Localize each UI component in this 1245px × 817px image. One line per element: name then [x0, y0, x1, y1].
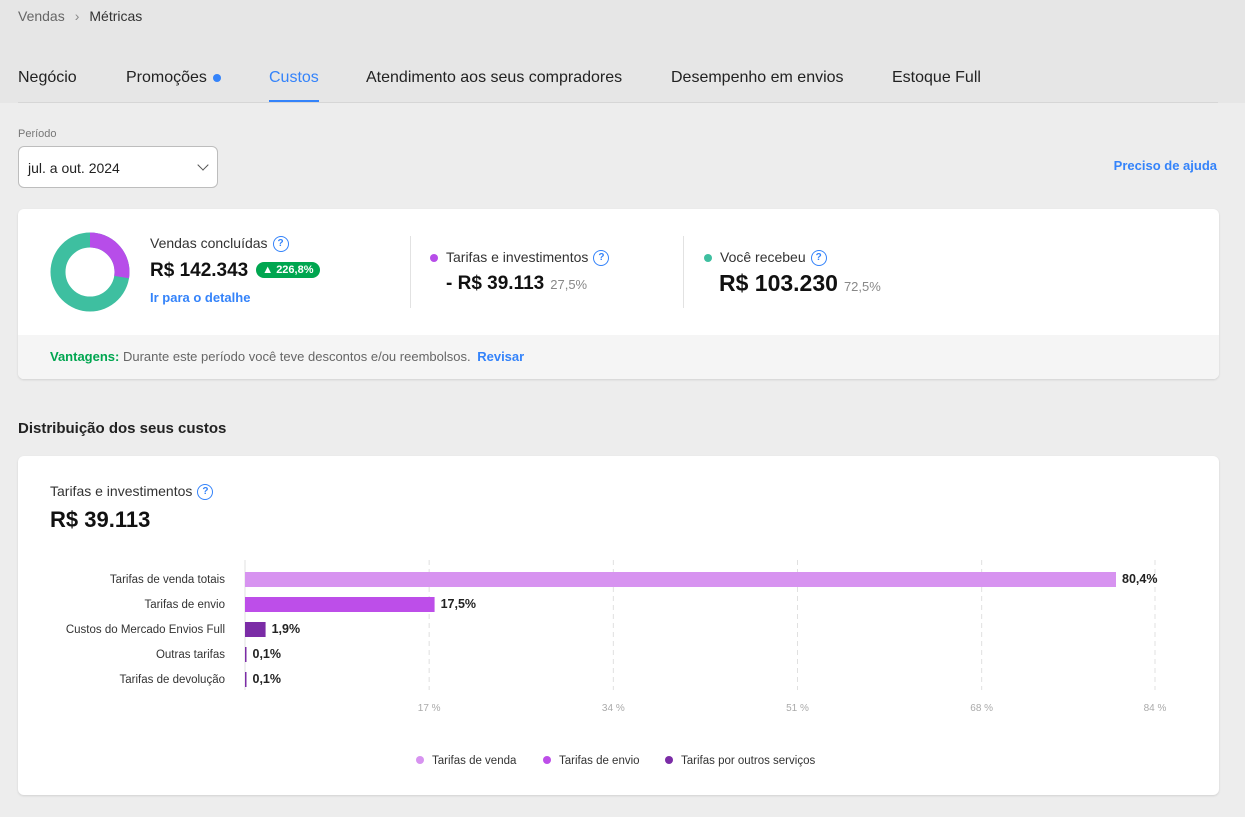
- tab-full-stock[interactable]: Estoque Full: [892, 69, 981, 87]
- help-link[interactable]: Preciso de ajuda: [1114, 158, 1217, 173]
- bar: [245, 672, 247, 687]
- advantages-text: Durante este período você teve descontos…: [122, 349, 471, 364]
- tab-bar: Negócio Promoções Custos Atendimento aos…: [18, 60, 1218, 103]
- breadcrumb-separator-icon: ›: [74, 8, 80, 24]
- tab-customer-service[interactable]: Atendimento aos seus compradores: [366, 69, 622, 87]
- bar: [245, 647, 247, 662]
- received-dot-icon: [704, 254, 712, 262]
- section-title: Distribuição dos seus custos: [18, 420, 227, 437]
- x-tick-label: 17 %: [418, 703, 441, 714]
- x-tick-label: 51 %: [786, 703, 809, 714]
- data-label: 0,1%: [253, 672, 282, 686]
- fees-value: - R$ 39.113: [446, 273, 545, 295]
- legend-dot-icon: [543, 756, 551, 764]
- review-link[interactable]: Revisar: [477, 349, 524, 364]
- data-label: 0,1%: [253, 647, 282, 661]
- category-label: Outras tarifas: [156, 649, 225, 661]
- divider: [410, 236, 411, 308]
- category-label: Tarifas de devolução: [120, 674, 225, 686]
- sales-donut-chart: [50, 232, 130, 312]
- breadcrumb-item-sales[interactable]: Vendas: [18, 8, 65, 24]
- sales-label-row: Vendas concluídas?: [150, 235, 320, 253]
- legend-label: Tarifas por outros serviços: [681, 755, 815, 767]
- period-select-value: jul. a out. 2024: [28, 160, 120, 176]
- category-label: Custos do Mercado Envios Full: [66, 624, 225, 636]
- x-tick-label: 34 %: [602, 703, 625, 714]
- chevron-down-icon: [197, 159, 209, 171]
- received-value-row: R$ 103.230 72,5%: [719, 270, 881, 297]
- tab-costs[interactable]: Custos: [269, 69, 319, 102]
- summary-card: Vendas concluídas? R$ 142.343 ▲ 226,8% Ir…: [18, 209, 1219, 379]
- costs-bar-chart: 17 % 34 % 51 % 68 % 84 % Tarifas de venda tot…: [66, 560, 1167, 767]
- breadcrumb: Vendas › Métricas: [18, 8, 142, 24]
- fees-dot-icon: [430, 254, 438, 262]
- fees-label-row: Tarifas e investimentos?: [430, 249, 610, 267]
- bar: [245, 622, 266, 637]
- legend-dot-icon: [665, 756, 673, 764]
- breadcrumb-item-metrics: Métricas: [89, 8, 143, 24]
- tab-promotions[interactable]: Promoções: [126, 69, 221, 87]
- fees-percent: 27,5%: [550, 277, 588, 293]
- help-icon[interactable]: ?: [810, 250, 827, 267]
- sales-value-row: R$ 142.343 ▲ 226,8%: [150, 260, 320, 282]
- x-tick-label: 68 %: [970, 703, 993, 714]
- costs-card: Tarifas e investimentos? R$ 39.113 17 % 3…: [18, 456, 1219, 795]
- detail-link[interactable]: Ir para o detalhe: [150, 290, 320, 305]
- legend-label: Tarifas de venda: [432, 755, 517, 767]
- tab-business[interactable]: Negócio: [18, 69, 77, 87]
- fees-value-row: - R$ 39.113 27,5%: [446, 273, 609, 295]
- bar: [245, 597, 435, 612]
- received-value: R$ 103.230: [719, 270, 838, 297]
- sales-label: Vendas concluídas: [150, 235, 268, 251]
- sales-block: Vendas concluídas? R$ 142.343 ▲ 226,8% Ir…: [150, 235, 320, 305]
- fees-label: Tarifas e investimentos: [446, 249, 589, 265]
- divider: [683, 236, 684, 308]
- category-label: Tarifas de venda totais: [110, 574, 225, 586]
- legend-dot-icon: [416, 756, 424, 764]
- received-percent: 72,5%: [843, 279, 881, 295]
- fees-block: Tarifas e investimentos? - R$ 39.113 27,5…: [430, 249, 610, 295]
- tab-shipping-performance[interactable]: Desempenho em envios: [671, 69, 844, 87]
- data-label: 80,4%: [1122, 572, 1157, 586]
- notification-dot-icon: [212, 73, 221, 82]
- help-icon[interactable]: ?: [272, 236, 289, 253]
- x-tick-label: 84 %: [1144, 703, 1167, 714]
- period-select[interactable]: jul. a out. 2024: [18, 146, 218, 188]
- period-label: Período: [18, 128, 57, 140]
- help-icon[interactable]: ?: [593, 250, 610, 267]
- received-block: Você recebeu? R$ 103.230 72,5%: [704, 249, 881, 297]
- data-label: 1,9%: [272, 622, 301, 636]
- bar: [245, 572, 1116, 587]
- received-label-row: Você recebeu?: [704, 249, 881, 267]
- advantages-banner: Vantagens: Durante este período você tev…: [18, 335, 1219, 379]
- legend-label: Tarifas de envio: [559, 755, 640, 767]
- tab-promotions-label: Promoções: [126, 69, 207, 86]
- category-label: Tarifas de envio: [144, 599, 225, 611]
- advantages-title: Vantagens:: [50, 349, 120, 364]
- sales-value: R$ 142.343: [150, 260, 249, 282]
- data-label: 17,5%: [441, 597, 476, 611]
- growth-badge: ▲ 226,8%: [256, 262, 320, 279]
- received-label: Você recebeu: [720, 249, 806, 265]
